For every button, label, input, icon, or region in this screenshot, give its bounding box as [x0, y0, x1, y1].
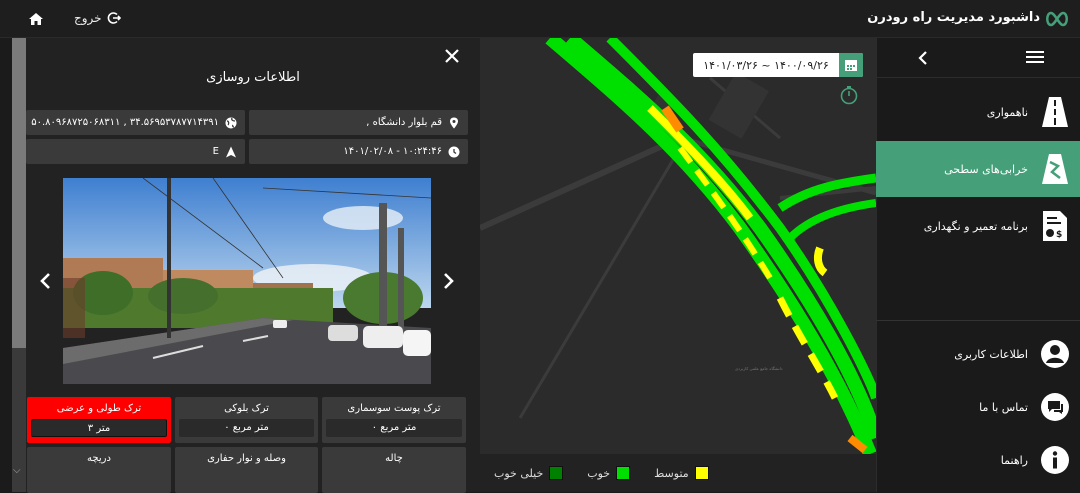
sidebar-header: [877, 38, 1080, 78]
panel-content: اطلاعات روسازی , قم بلوار دانشگاه ۵۰.۸۰۹…: [26, 38, 480, 493]
chevron-left-icon[interactable]: [917, 51, 929, 65]
coordinates-text: ۵۰.۸۰۹۶۸۷۲۵۰۶۸۳۱۱ , ۳۴.۵۶۹۵۳۷۸۷۷۱۴۳۹۱: [31, 117, 219, 128]
timer-icon[interactable]: [840, 85, 858, 105]
heading-row: E: [26, 139, 245, 164]
defect-label: ترک طولی و عرضی: [56, 403, 142, 414]
defect-card-patch[interactable]: وصله و نوار حفاری: [175, 447, 318, 493]
road-photo[interactable]: [63, 178, 431, 384]
home-icon[interactable]: [28, 11, 44, 27]
defect-value: ۰ متر مربع: [326, 419, 462, 437]
road-damage-icon: [1040, 152, 1070, 186]
defect-value: ۳ متر: [31, 419, 167, 437]
clock-icon: [448, 146, 460, 157]
maintenance-invoice-icon: $: [1040, 209, 1070, 243]
sidebar-item-label: اطلاعات کاربری: [954, 347, 1028, 361]
sidebar-item-surface-damage[interactable]: خرابی‌های سطحی: [876, 141, 1080, 197]
sidebar-item-label: راهنما: [1000, 453, 1028, 467]
defect-label: ترک بلوکی: [224, 403, 269, 414]
datetime-text: ۱۴۰۱/۰۲/۰۸ - ۱۰:۲۴:۴۶: [343, 146, 442, 157]
scrollbar-thumb[interactable]: [12, 38, 26, 348]
road-icon: [1040, 95, 1070, 129]
address-text: , قم بلوار دانشگاه: [366, 117, 442, 128]
logout-button[interactable]: خروج: [74, 11, 121, 25]
legend-label: خیلی خوب: [494, 466, 544, 480]
sidebar-divider: [876, 320, 1080, 321]
defect-card-block-crack[interactable]: ترک بلوکی ۰ متر مربع: [175, 397, 318, 443]
sidebar-item-roughness[interactable]: ناهمواری: [876, 84, 1080, 140]
svg-text:$: $: [1056, 230, 1062, 240]
defect-card-pothole[interactable]: چاله: [322, 447, 466, 493]
location-pin-icon: [450, 117, 458, 128]
legend-item-very-good: خیلی خوب: [494, 466, 564, 480]
navigation-arrow-icon: [226, 146, 236, 157]
sidebar-item-label: خرابی‌های سطحی: [944, 162, 1028, 176]
chat-icon: [1040, 390, 1070, 424]
defect-value: ۰ متر مربع: [179, 419, 314, 437]
legend-label: متوسط: [654, 466, 689, 480]
top-bar: داشبورد مدیریت راه رودرن خروج: [0, 0, 1080, 38]
app-title: داشبورد مدیریت راه رودرن: [867, 10, 1040, 25]
logout-label: خروج: [74, 11, 102, 25]
sidebar-item-contact-us[interactable]: تماس با ما: [876, 379, 1080, 435]
legend-item-medium: متوسط: [654, 466, 709, 480]
hamburger-menu-icon[interactable]: [1026, 50, 1044, 64]
sidebar-item-label: ناهمواری: [986, 105, 1028, 119]
sidebar-item-user-info[interactable]: اطلاعات کاربری: [876, 326, 1080, 382]
map-view[interactable]: دانشگاه جامع علمی کاربردی ۱۴۰۱/۰۳/۲۶ ~ ۱…: [480, 38, 876, 454]
info-icon: [1040, 443, 1070, 477]
infinity-logo-icon: [1046, 11, 1068, 27]
map-legend: خیلی خوب خوب متوسط: [480, 454, 876, 492]
legend-swatch: [549, 466, 564, 480]
user-icon: [1040, 337, 1070, 371]
defect-card-alligator-crack[interactable]: ترک پوست سوسماری ۰ متر مربع: [322, 397, 466, 443]
defect-card-longitudinal-transverse-crack[interactable]: ترک طولی و عرضی ۳ متر: [27, 397, 171, 443]
next-photo-arrow-icon[interactable]: [442, 272, 456, 290]
defect-label: وصله و نوار حفاری: [207, 453, 286, 464]
globe-icon: [225, 117, 237, 128]
panel-title: اطلاعات روسازی: [206, 70, 300, 85]
defect-card-manhole[interactable]: دریچه: [27, 447, 171, 493]
sidebar-item-help[interactable]: راهنما: [876, 432, 1080, 488]
legend-swatch: [616, 466, 631, 480]
defect-label: چاله: [385, 453, 403, 464]
defect-label: دریچه: [87, 453, 111, 464]
legend-swatch: [694, 466, 709, 480]
heading-text: E: [212, 146, 219, 157]
datetime-row: ۱۴۰۱/۰۲/۰۸ - ۱۰:۲۴:۴۶: [249, 139, 468, 164]
date-range-picker[interactable]: ۱۴۰۱/۰۳/۲۶ ~ ۱۴۰۰/۰۹/۲۶: [693, 53, 863, 77]
calendar-icon[interactable]: [839, 53, 863, 77]
sidebar: ناهمواری خرابی‌های سطحی برنامه تعمیر و ن…: [876, 38, 1080, 492]
coordinates-row: ۵۰.۸۰۹۶۸۷۲۵۰۶۸۳۱۱ , ۳۴.۵۶۹۵۳۷۸۷۷۱۴۳۹۱: [26, 110, 245, 135]
sidebar-item-label: تماس با ما: [979, 400, 1028, 414]
scroll-down-icon[interactable]: ⌵: [13, 465, 21, 476]
legend-item-good: خوب: [587, 466, 631, 480]
map-canvas[interactable]: دانشگاه جامع علمی کاربردی: [480, 38, 876, 454]
defect-label: ترک پوست سوسماری: [347, 403, 441, 414]
previous-photo-arrow-icon[interactable]: [38, 272, 52, 290]
legend-label: خوب: [587, 466, 611, 480]
map-place-label: دانشگاه جامع علمی کاربردی: [735, 366, 783, 371]
date-range-text: ۱۴۰۱/۰۳/۲۶ ~ ۱۴۰۰/۰۹/۲۶: [703, 58, 829, 72]
road-photo-image: [63, 178, 431, 384]
close-icon[interactable]: [444, 48, 460, 64]
logout-icon: [107, 12, 121, 24]
sidebar-item-label: برنامه تعمیر و نگهداری: [923, 219, 1028, 233]
address-row: , قم بلوار دانشگاه: [249, 110, 468, 135]
sidebar-item-maintenance[interactable]: برنامه تعمیر و نگهداری $: [876, 198, 1080, 254]
